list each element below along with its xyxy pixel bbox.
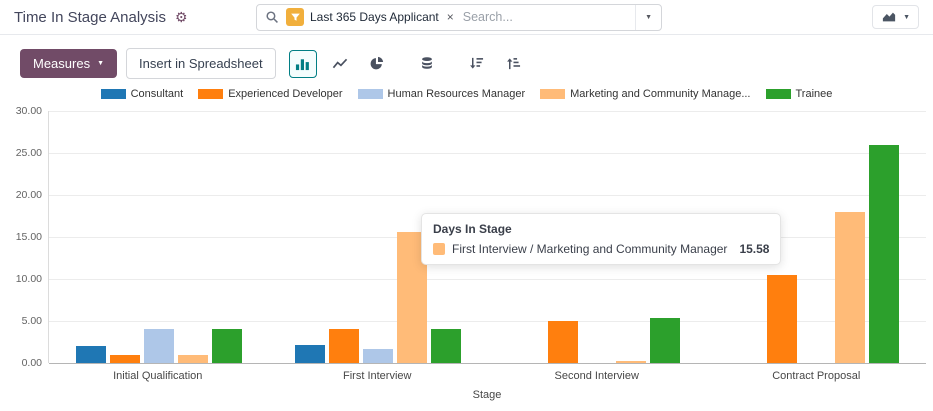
stacked-toggle-button[interactable]	[413, 50, 441, 78]
insert-in-spreadsheet-button[interactable]: Insert in Spreadsheet	[126, 48, 276, 79]
legend-label: Marketing and Community Manage...	[570, 88, 750, 100]
sort-asc-icon	[506, 56, 521, 71]
bar-consultant[interactable]	[295, 345, 325, 363]
graph-view-switcher-button[interactable]: ▼	[872, 5, 919, 29]
measures-button[interactable]: Measures ▼	[20, 49, 117, 78]
legend-swatch	[358, 89, 383, 99]
area-chart-icon	[881, 10, 897, 24]
view-switcher-area: ▼	[662, 5, 919, 29]
line-chart-icon	[332, 56, 348, 71]
x-axis-title: Stage	[48, 389, 926, 401]
bar-experienced-developer[interactable]	[767, 275, 797, 363]
legend-item-human-resources-manager[interactable]: Human Resources Manager	[358, 88, 526, 100]
x-axis-label-contract-proposal: Contract Proposal	[707, 370, 927, 382]
tooltip-title: Days In Stage	[433, 222, 769, 236]
gear-icon[interactable]: ⚙	[175, 10, 188, 24]
bar-group-initial-qualification	[49, 111, 268, 363]
stacked-icon	[420, 56, 434, 71]
breadcrumb: Time In Stage Analysis ⚙	[14, 9, 256, 26]
bar-marketing-and-community-manager[interactable]	[616, 361, 646, 363]
dropdown-caret-icon[interactable]: ▼	[635, 5, 661, 30]
sort-desc-icon	[469, 56, 484, 71]
sort-ascending-button[interactable]	[500, 50, 528, 78]
y-axis-tick: 15.00	[16, 231, 42, 243]
y-axis-tick: 5.00	[22, 315, 42, 327]
y-axis-tick: 25.00	[16, 147, 42, 159]
x-axis-label-second-interview: Second Interview	[487, 370, 707, 382]
graph-toolbar: Measures ▼ Insert in Spreadsheet	[0, 35, 933, 84]
legend-swatch	[101, 89, 126, 99]
pie-chart-button[interactable]	[363, 50, 391, 78]
remove-facet-icon[interactable]: ×	[445, 11, 456, 23]
x-axis-label-first-interview: First Interview	[268, 370, 488, 382]
bar-consultant[interactable]	[76, 346, 106, 363]
line-chart-button[interactable]	[326, 50, 354, 78]
legend-swatch	[766, 89, 791, 99]
x-axis-label-initial-qualification: Initial Qualification	[48, 370, 268, 382]
page-title: Time In Stage Analysis	[14, 9, 166, 26]
caret-down-icon: ▼	[97, 60, 104, 67]
bar-trainee[interactable]	[650, 318, 680, 363]
bar-human-resources-manager[interactable]	[144, 329, 174, 363]
y-axis-tick: 20.00	[16, 189, 42, 201]
caret-down-icon: ▼	[903, 14, 910, 21]
legend-item-experienced-developer[interactable]: Experienced Developer	[198, 88, 342, 100]
sort-descending-button[interactable]	[463, 50, 491, 78]
chart-tooltip: Days In Stage First Interview / Marketin…	[421, 213, 781, 265]
legend-label: Human Resources Manager	[388, 88, 526, 100]
legend-label: Consultant	[131, 88, 184, 100]
tooltip-row: First Interview / Marketing and Communit…	[433, 242, 769, 256]
bar-marketing-and-community-manager[interactable]	[835, 212, 865, 363]
search-facet: Last 365 Days Applicant ×	[286, 8, 456, 26]
pie-chart-icon	[369, 56, 384, 71]
chart-legend: Consultant Experienced Developer Human Res…	[0, 88, 933, 100]
x-axis-labels: Initial QualificationFirst InterviewSeco…	[48, 370, 926, 382]
search-icon	[265, 10, 279, 24]
bar-experienced-developer[interactable]	[110, 355, 140, 363]
legend-swatch	[198, 89, 223, 99]
bar-chart-button[interactable]	[289, 50, 317, 78]
legend-swatch	[540, 89, 565, 99]
tooltip-label: First Interview / Marketing and Communit…	[452, 242, 727, 256]
tooltip-swatch	[433, 243, 445, 255]
bar-trainee[interactable]	[212, 329, 242, 363]
facet-label: Last 365 Days Applicant	[310, 10, 439, 24]
y-axis-tick: 0.00	[22, 357, 42, 369]
search-input[interactable]	[463, 10, 628, 24]
search-bar[interactable]: Last 365 Days Applicant × ▼	[256, 4, 662, 31]
bar-chart-icon	[295, 56, 310, 71]
gridline	[49, 363, 926, 364]
legend-item-consultant[interactable]: Consultant	[101, 88, 184, 100]
legend-label: Experienced Developer	[228, 88, 342, 100]
legend-label: Trainee	[796, 88, 833, 100]
y-axis-tick: 10.00	[16, 273, 42, 285]
legend-item-trainee[interactable]: Trainee	[766, 88, 833, 100]
bar-trainee[interactable]	[869, 145, 899, 363]
bar-experienced-developer[interactable]	[329, 329, 359, 363]
bar-human-resources-manager[interactable]	[363, 349, 393, 363]
tooltip-value: 15.58	[739, 242, 769, 256]
legend-item-marketing-and-community-manager[interactable]: Marketing and Community Manage...	[540, 88, 750, 100]
bar-trainee[interactable]	[431, 329, 461, 363]
bar-marketing-and-community-manager[interactable]	[178, 355, 208, 363]
top-header: Time In Stage Analysis ⚙ Last 365 Days A…	[0, 0, 933, 35]
y-axis-tick: 30.00	[16, 105, 42, 117]
filter-funnel-icon	[286, 8, 304, 26]
bar-experienced-developer[interactable]	[548, 321, 578, 363]
